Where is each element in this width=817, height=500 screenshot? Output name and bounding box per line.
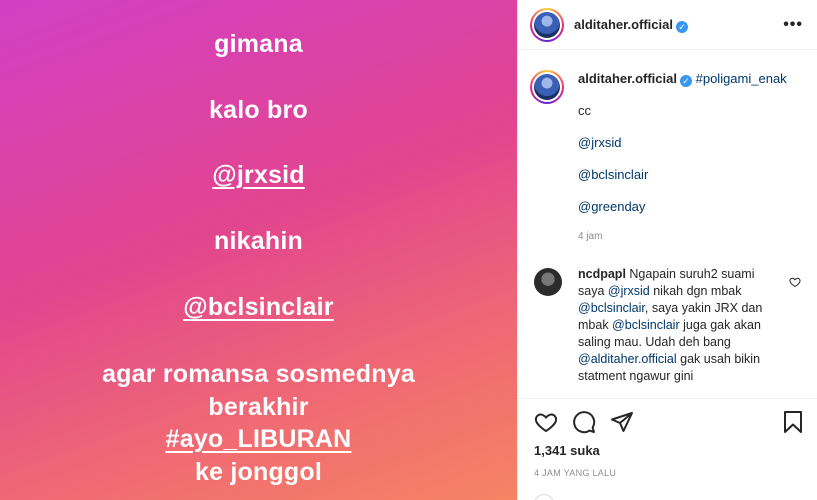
avatar[interactable] [530, 7, 564, 42]
caption-line: cc [578, 103, 591, 118]
comment-icon[interactable] [572, 410, 596, 434]
comment-avatar[interactable] [534, 268, 562, 296]
comment-mention[interactable]: @bclsinclair [612, 318, 680, 332]
post-text-line: berakhir [208, 393, 309, 421]
comment-mention[interactable]: @jrxsid [608, 284, 650, 298]
heart-icon[interactable] [534, 410, 558, 434]
caption-hashtag[interactable]: #poligami_enak [696, 71, 787, 86]
post-text-line: nikahin [214, 227, 303, 255]
post-text-line: kalo bro [209, 96, 308, 124]
post-image[interactable]: gimana kalo bro @jrxsid nikahin @bclsinc… [0, 0, 517, 500]
comment-username[interactable]: ncdpapl [578, 267, 626, 281]
caption-heading: alditaher.official ✓ #poligami_enak [578, 70, 805, 88]
emoji-icon[interactable] [534, 494, 554, 500]
verified-icon: ✓ [675, 20, 688, 33]
comment-text: nikah dgn mbak [649, 284, 742, 298]
post-time: 4 JAM YANG LALU [534, 468, 617, 478]
comment-mention[interactable]: @alditaher.official [578, 352, 677, 366]
caption-mention[interactable]: @greenday [578, 198, 805, 216]
post-text-hashtag: #ayo_LIBURAN [165, 425, 352, 453]
post-text-line: gimana [214, 30, 303, 58]
verified-icon: ✓ [679, 75, 692, 87]
likes-count[interactable]: 1,341 suka [518, 435, 817, 458]
post-text-line: agar romansa sosmednya [102, 360, 415, 388]
share-icon[interactable] [610, 410, 634, 434]
post-text-mention: @jrxsid [212, 161, 305, 189]
caption: alditaher.official ✓ #poligami_enak cc @j… [530, 70, 805, 246]
caption-username[interactable]: alditaher.official [578, 71, 677, 86]
comment: ncdpapl Ngapain suruh2 suami saya @jrxsi… [530, 266, 805, 385]
comment-body: ncdpapl Ngapain suruh2 suami saya @jrxsi… [578, 266, 783, 385]
caption-mention[interactable]: @bclsinclair [578, 166, 805, 184]
caption-avatar[interactable] [530, 70, 564, 104]
header-username[interactable]: alditaher.official ✓ [574, 17, 688, 33]
post-header: alditaher.official ✓ ••• [518, 0, 817, 50]
caption-mention[interactable]: @jrxsid [578, 134, 805, 152]
post-text-line: ke jonggol [195, 458, 322, 486]
post-actions: 1,341 suka 4 JAM YANG LALU [518, 398, 817, 478]
post-text-mention: @bclsinclair [183, 293, 334, 321]
comment-like-icon[interactable] [789, 276, 801, 291]
post-sidebar: alditaher.official ✓ ••• alditaher.offici… [517, 0, 817, 500]
comment-mention[interactable]: @bclsinclair [578, 301, 645, 315]
caption-time: 4 jam [578, 231, 603, 242]
bookmark-icon[interactable] [781, 410, 805, 434]
more-options-icon[interactable]: ••• [783, 16, 803, 34]
